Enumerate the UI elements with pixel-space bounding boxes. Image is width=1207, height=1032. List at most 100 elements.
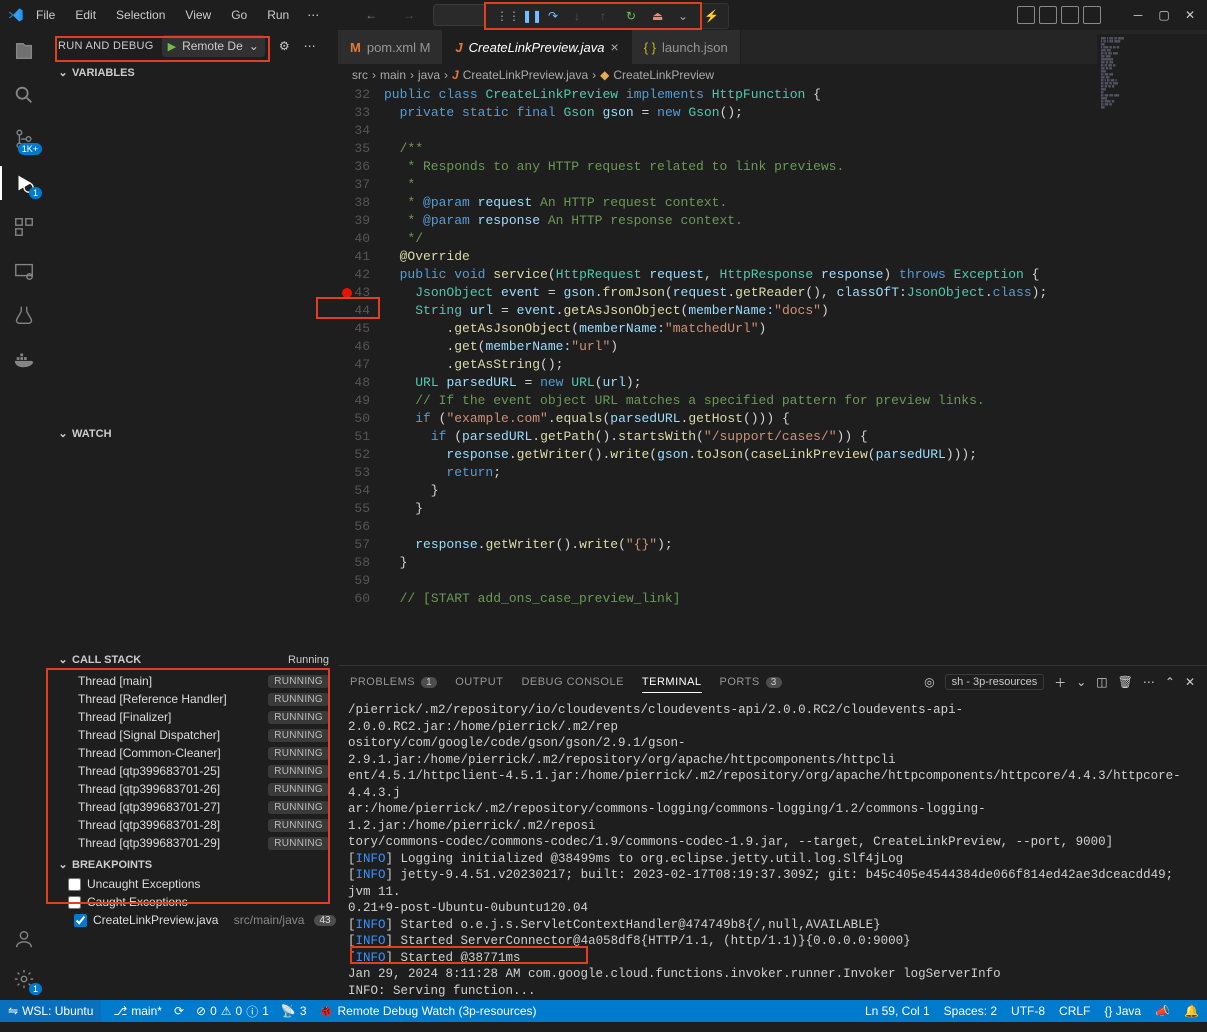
variables-section[interactable]: ⌄VARIABLES [48, 62, 337, 83]
menu-go[interactable]: Go [223, 4, 255, 26]
watch-body [48, 444, 337, 649]
callstack-thread[interactable]: Thread [main]RUNNING [48, 672, 337, 690]
window-maximize-icon[interactable]: ▢ [1155, 6, 1173, 24]
problems-status[interactable]: ⊘ 0 ⚠ 0 ⓘ 1 [196, 1003, 269, 1020]
menu-more[interactable]: ⋯ [301, 4, 325, 26]
activity-bar: 1K+ 1 1 [0, 30, 48, 1000]
debug-toolbar[interactable]: ⋮⋮ ❚❚ ↷ ↓ ↑ ↻ ⏏ ⌄ ⚡ [485, 3, 729, 29]
run-debug-title: RUN AND DEBUG [58, 40, 154, 52]
tab-output[interactable]: OUTPUT [455, 676, 503, 688]
new-terminal-icon[interactable]: ＋ [1054, 674, 1066, 691]
gear-icon[interactable]: ⚙ [279, 39, 290, 53]
forward-port-icon[interactable]: ◎ [924, 675, 934, 689]
step-into-icon[interactable]: ↓ [574, 9, 588, 23]
callstack-thread[interactable]: Thread [qtp399683701-28]RUNNING [48, 816, 337, 834]
tab-launch[interactable]: { }launch.json [632, 30, 741, 64]
close-icon[interactable]: × [611, 39, 619, 55]
layout-controls[interactable] [1017, 6, 1101, 24]
explorer-icon[interactable] [11, 38, 37, 64]
play-icon: ▶ [162, 40, 182, 53]
step-out-icon[interactable]: ↑ [600, 9, 614, 23]
tab-problems[interactable]: PROBLEMS1 [350, 676, 437, 688]
indentation[interactable]: Spaces: 2 [944, 1004, 997, 1018]
debug-status[interactable]: 🐞 Remote Debug Watch (3p-resources) [319, 1004, 537, 1018]
callstack-thread[interactable]: Thread [Reference Handler]RUNNING [48, 690, 337, 708]
cursor-position[interactable]: Ln 59, Col 1 [865, 1004, 930, 1018]
menu-file[interactable]: File [28, 4, 63, 26]
language-mode[interactable]: {} Java [1104, 1004, 1141, 1018]
git-sync[interactable]: ⟳ [174, 1004, 184, 1018]
notifications-icon[interactable]: 🔔 [1184, 1004, 1199, 1018]
testing-icon[interactable] [11, 302, 37, 328]
panel-tabs: PROBLEMS1 OUTPUT DEBUG CONSOLE TERMINAL … [338, 666, 1207, 698]
variables-body [48, 83, 337, 423]
nav-back-icon[interactable]: ← [359, 3, 383, 27]
callstack-thread[interactable]: Thread [qtp399683701-25]RUNNING [48, 762, 337, 780]
callstack-state: Running [288, 654, 329, 666]
terminal-output[interactable]: /pierrick/.m2/repository/io/cloudevents/… [338, 698, 1207, 1000]
tab-pom[interactable]: Mpom.xml M [338, 30, 443, 64]
tab-debugconsole[interactable]: DEBUG CONSOLE [521, 676, 623, 688]
pause-icon[interactable]: ❚❚ [522, 9, 536, 23]
editor-group: Mpom.xml M JCreateLinkPreview.java× { }l… [338, 30, 1207, 1000]
callstack-thread[interactable]: Thread [qtp399683701-29]RUNNING [48, 834, 337, 852]
menu-view[interactable]: View [177, 4, 219, 26]
source-control-icon[interactable]: 1K+ [11, 126, 37, 152]
window-close-icon[interactable]: ✕ [1181, 6, 1199, 24]
more-icon[interactable]: ⋯ [304, 39, 316, 53]
bp-caught[interactable]: Caught Exceptions [48, 893, 337, 911]
split-terminal-icon[interactable]: ◫ [1096, 675, 1107, 689]
minimap[interactable]: ████ █ ███ ██ ██████ ██ █ ███ █████████ … [1097, 34, 1207, 594]
git-branch[interactable]: ⎇ main* [113, 1004, 162, 1018]
docker-icon[interactable] [11, 346, 37, 372]
encoding[interactable]: UTF-8 [1011, 1004, 1045, 1018]
ports-status[interactable]: 📡 3 [281, 1004, 307, 1018]
disconnect-icon[interactable]: ⏏ [652, 9, 666, 23]
breadcrumbs[interactable]: src› main› java› J CreateLinkPreview.jav… [338, 64, 1207, 86]
extensions-icon[interactable] [11, 214, 37, 240]
tab-createlinkpreview[interactable]: JCreateLinkPreview.java× [443, 30, 631, 64]
launch-config-dropdown[interactable]: ▶ Remote De ⌄ [162, 35, 265, 57]
feedback-icon[interactable]: 📣 [1155, 1004, 1170, 1018]
terminal-shell-label[interactable]: sh - 3p-resources [945, 674, 1045, 690]
menu-run[interactable]: Run [259, 4, 297, 26]
tab-ports[interactable]: PORTS3 [720, 676, 782, 688]
menu-edit[interactable]: Edit [67, 4, 104, 26]
breakpoints-section[interactable]: ⌄BREAKPOINTS [48, 854, 337, 875]
step-over-icon[interactable]: ↷ [548, 9, 562, 23]
callstack-thread[interactable]: Thread [qtp399683701-27]RUNNING [48, 798, 337, 816]
tab-terminal[interactable]: TERMINAL [642, 676, 702, 693]
hot-code-replace-icon[interactable]: ⚡ [704, 9, 718, 23]
tab-bar: Mpom.xml M JCreateLinkPreview.java× { }l… [338, 30, 1207, 64]
maximize-panel-icon[interactable]: ⌃ [1165, 675, 1175, 689]
window-minimize-icon[interactable]: ─ [1129, 6, 1147, 24]
search-icon[interactable] [11, 82, 37, 108]
launch-config-name: Remote De [182, 39, 249, 53]
callstack-thread[interactable]: Thread [Common-Cleaner]RUNNING [48, 744, 337, 762]
watch-section[interactable]: ⌄WATCH [48, 423, 337, 444]
close-panel-icon[interactable]: ✕ [1185, 675, 1195, 689]
code-editor[interactable]: 32public class CreateLinkPreview impleme… [338, 86, 1207, 665]
kill-terminal-icon[interactable]: 🗑 [1118, 675, 1133, 689]
restart-icon[interactable]: ↻ [626, 9, 640, 23]
bp-uncaught[interactable]: Uncaught Exceptions [48, 875, 337, 893]
drag-handle-icon[interactable]: ⋮⋮ [496, 9, 510, 23]
eol[interactable]: CRLF [1059, 1004, 1090, 1018]
callstack-thread[interactable]: Thread [qtp399683701-26]RUNNING [48, 780, 337, 798]
remote-explorer-icon[interactable] [11, 258, 37, 284]
accounts-icon[interactable] [11, 926, 37, 952]
callstack-thread[interactable]: Thread [Finalizer]RUNNING [48, 708, 337, 726]
sidebar: RUN AND DEBUG ▶ Remote De ⌄ ⚙ ⋯ ⌄VARIABL… [48, 30, 338, 1000]
nav-forward-icon[interactable]: → [397, 3, 421, 27]
settings-icon[interactable]: 1 [11, 966, 37, 992]
more-icon[interactable]: ⋯ [1143, 675, 1155, 689]
remote-indicator[interactable]: ⇋ WSL: Ubuntu [0, 1000, 101, 1022]
callstack-section[interactable]: ⌄CALL STACKRunning [48, 649, 337, 670]
menu-selection[interactable]: Selection [108, 4, 173, 26]
status-bar: ⇋ WSL: Ubuntu ⎇ main* ⟳ ⊘ 0 ⚠ 0 ⓘ 1 📡 3 … [0, 1000, 1207, 1022]
chevron-down-icon[interactable]: ⌄ [1076, 675, 1086, 689]
chevron-down-icon[interactable]: ⌄ [678, 9, 692, 23]
callstack-thread[interactable]: Thread [Signal Dispatcher]RUNNING [48, 726, 337, 744]
run-debug-icon[interactable]: 1 [11, 170, 37, 196]
bp-item[interactable]: CreateLinkPreview.java src/main/java43 [48, 911, 337, 929]
